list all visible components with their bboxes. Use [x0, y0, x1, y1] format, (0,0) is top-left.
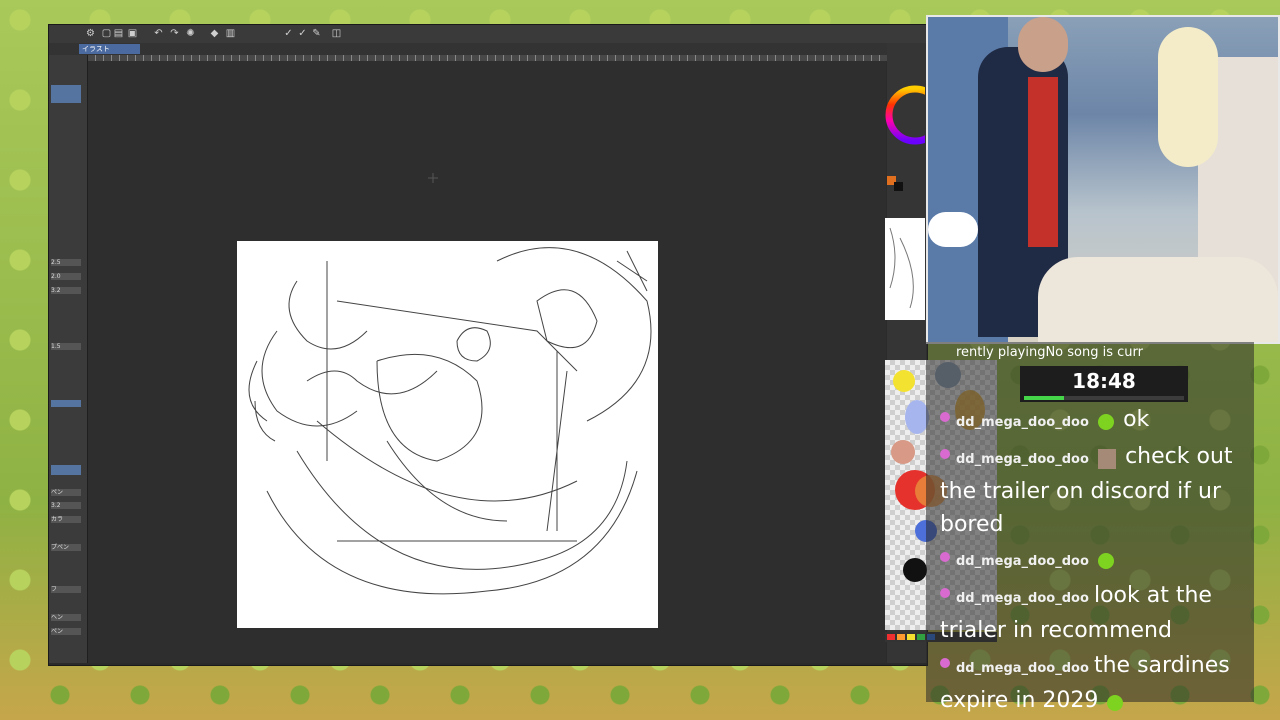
person-head — [1018, 17, 1068, 72]
chat-username: dd_mega_doo_doo — [956, 661, 1089, 676]
check-icon[interactable]: ✓ — [283, 28, 294, 39]
now-playing-ticker: rently playingNo song is curr — [956, 345, 1143, 360]
settings-icon[interactable]: ⚙ — [85, 28, 96, 39]
sun-icon[interactable]: ✺ — [185, 28, 196, 39]
selected-tool-slot[interactable] — [51, 85, 81, 103]
save-icon[interactable]: ▣ — [127, 28, 138, 39]
navigator-thumbnail[interactable] — [885, 218, 925, 320]
new-file-icon[interactable]: ▢ — [101, 28, 112, 39]
chat-text: ok — [1123, 407, 1150, 432]
user-badge-icon — [940, 412, 950, 422]
brush-size-value[interactable]: 1.5 — [51, 343, 81, 350]
sub-tool-selected[interactable] — [51, 465, 81, 475]
user-badge-icon — [940, 449, 950, 459]
plush-toy — [1158, 27, 1218, 167]
brush-size-value[interactable]: 2.0 — [51, 273, 81, 280]
stream-timer: 18:48 — [1020, 366, 1188, 402]
sub-tool-item[interactable]: ペン — [51, 628, 81, 635]
drawing-canvas[interactable] — [237, 241, 658, 628]
toolbar: ⚙ ▢ ▤ ▣ ↶ ↷ ✺ ◆ ▥ ✓ ✓ ✎ ◫ — [49, 25, 927, 44]
crosshair-cursor-icon — [428, 173, 438, 183]
chat-log: dd_mega_doo_doo ok dd_mega_doo_doo check… — [940, 404, 1250, 720]
green-blob-emote-icon — [1097, 552, 1114, 569]
user-badge-icon — [940, 588, 950, 598]
user-badge-icon — [940, 658, 950, 668]
paint-dot — [893, 370, 915, 392]
tab-illustration[interactable]: イラスト — [79, 44, 140, 54]
brush-size-value[interactable]: 2.5 — [51, 259, 81, 266]
chat-username: dd_mega_doo_doo — [956, 591, 1089, 606]
document-tabs: イラスト — [49, 43, 927, 55]
chat-message: dd_mega_doo_doo look at the trialer in r… — [940, 580, 1250, 648]
fill-icon[interactable]: ◆ — [209, 28, 220, 39]
sub-tool-item[interactable]: ヘン — [51, 614, 81, 621]
open-file-icon[interactable]: ▤ — [113, 28, 124, 39]
swatch-yellow[interactable] — [907, 634, 915, 640]
green-blob-emote-icon — [1097, 413, 1114, 430]
sub-tool-item[interactable]: 3.2 — [51, 502, 81, 509]
sub-tool-item[interactable]: ペン — [51, 489, 81, 496]
undo-icon[interactable]: ↶ — [153, 28, 164, 39]
chat-message: dd_mega_doo_doo the sardines expire in 2… — [940, 650, 1250, 718]
thumbnail-sketch — [889, 227, 914, 309]
plush-white — [928, 212, 978, 247]
tool-properties-panel: 2.5 2.0 3.2 1.5 ペン 3.2 カラ プペン フ ヘン ペン — [49, 55, 88, 663]
redo-icon[interactable]: ↷ — [169, 28, 180, 39]
sub-tool-item[interactable]: プペン — [51, 544, 81, 551]
clipboard-icon[interactable]: ▥ — [225, 28, 236, 39]
timer-progress-track — [1024, 396, 1184, 400]
chat-message: dd_mega_doo_doo check out the trailer on… — [940, 441, 1250, 542]
person-scarf — [1028, 77, 1058, 247]
chat-username: dd_mega_doo_doo — [956, 452, 1089, 467]
paint-dot — [903, 558, 927, 582]
chair — [1038, 257, 1278, 342]
check-icon-2[interactable]: ✓ — [297, 28, 308, 39]
color-wheel[interactable] — [885, 70, 925, 170]
chat-username: dd_mega_doo_doo — [956, 415, 1089, 430]
swatch-red[interactable] — [887, 634, 895, 640]
sketch-drawing — [248, 247, 652, 595]
timer-text: 18:48 — [1072, 369, 1136, 393]
webcam-feed — [926, 15, 1280, 344]
chat-message: dd_mega_doo_doo ok — [940, 404, 1250, 439]
sub-tool-item[interactable]: カラ — [51, 516, 81, 523]
sub-tool-item[interactable]: フ — [51, 586, 81, 593]
paint-dot — [891, 440, 915, 464]
swatch-orange[interactable] — [897, 634, 905, 640]
face-emote-icon — [1097, 448, 1116, 469]
brush-size-value[interactable]: 3.2 — [51, 287, 81, 294]
secondary-color-swatch[interactable] — [894, 182, 903, 191]
timer-progress-fill — [1024, 396, 1064, 400]
brush-slider-active[interactable] — [51, 400, 81, 407]
green-blob-emote-icon — [1107, 694, 1124, 711]
pen-icon[interactable]: ✎ — [311, 28, 322, 39]
chat-username: dd_mega_doo_doo — [956, 554, 1089, 569]
swatch-green[interactable] — [917, 634, 925, 640]
user-badge-icon — [940, 552, 950, 562]
chat-message: dd_mega_doo_doo — [940, 544, 1250, 578]
layer-icon[interactable]: ◫ — [331, 28, 342, 39]
